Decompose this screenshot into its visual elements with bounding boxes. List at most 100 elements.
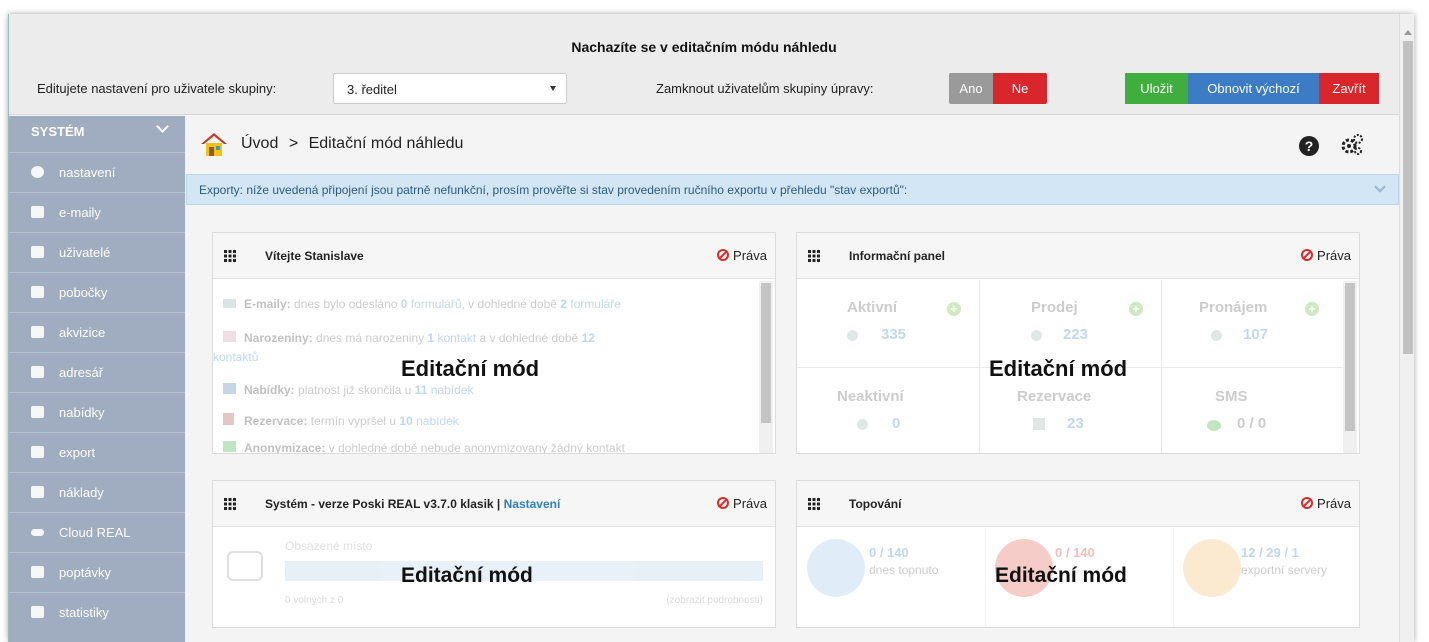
- sidebar-item-label: nastavení: [59, 165, 116, 180]
- panel-title: Topování: [849, 497, 902, 511]
- sidebar-item-poptavky[interactable]: poptávky: [9, 552, 185, 592]
- scrollbar-thumb[interactable]: [1345, 283, 1355, 431]
- stat-inactive-value[interactable]: 0: [892, 415, 900, 432]
- close-button[interactable]: Zavřít: [1319, 73, 1379, 104]
- export-alert: Exporty: níže uvedená připojení jsou pat…: [186, 174, 1399, 205]
- free-space: 0 volných z 0: [285, 595, 344, 606]
- add-sale-icon[interactable]: +: [1129, 302, 1143, 316]
- space-label: Obsazené místo: [285, 539, 373, 553]
- mail-icon: [31, 206, 44, 218]
- sidebar-item-label: e-maily: [59, 205, 101, 220]
- export-servers-icon: [1183, 539, 1241, 597]
- settings-link[interactable]: Nastavení: [504, 497, 561, 511]
- restore-defaults-button[interactable]: Obnovit výchozí: [1188, 73, 1319, 104]
- stat-sale-value[interactable]: 223: [1063, 326, 1088, 343]
- lock-label: Zamknout uživatelům skupiny úpravy:: [656, 81, 874, 96]
- grid-icon[interactable]: [224, 498, 236, 510]
- sidebar-item-label: export: [59, 445, 96, 460]
- grid-icon[interactable]: [808, 250, 820, 262]
- save-button[interactable]: Uložit: [1125, 73, 1188, 104]
- demand-icon: [31, 566, 44, 578]
- lock-no-button[interactable]: Ne: [993, 73, 1047, 104]
- add-rent-icon[interactable]: +: [1305, 302, 1319, 316]
- users-icon: [31, 246, 44, 258]
- stat-active-value[interactable]: 335: [881, 326, 906, 343]
- edit-mode-title: Nachazíte se v editačním módu náhledu: [571, 39, 837, 55]
- no-sign-icon: [1301, 497, 1314, 509]
- cake-icon: [223, 331, 236, 342]
- sidebar-item-emaily[interactable]: e-maily: [9, 192, 185, 232]
- status-dot: [1031, 330, 1042, 341]
- acquisition-icon: [31, 326, 44, 338]
- scroll-up-icon[interactable]: [1404, 30, 1412, 35]
- welcome-emails-line: E-maily: dnes bylo odesláno 0 formulářů,…: [223, 297, 621, 311]
- add-active-icon[interactable]: +: [947, 302, 961, 316]
- topped-today-value[interactable]: 0 / 140: [869, 545, 909, 560]
- stat-sms-value[interactable]: 0 / 0: [1237, 415, 1266, 432]
- disk-icon: [227, 551, 263, 581]
- settings-gears-icon[interactable]: [1340, 133, 1364, 157]
- rights-link[interactable]: Práva: [1301, 496, 1351, 511]
- sidebar-item-export[interactable]: export: [9, 432, 185, 472]
- edit-mode-overlay: Editační mód: [995, 564, 1127, 587]
- rights-link[interactable]: Práva: [1301, 248, 1351, 263]
- sidebar-item-label: Cloud REAL: [59, 525, 131, 540]
- sidebar-item-nastaveni[interactable]: nastavení: [9, 152, 185, 192]
- breadcrumb: Úvod > Editační mód náhledu ?: [186, 116, 1399, 174]
- address-book-icon: [31, 366, 44, 378]
- rights-label: Práva: [733, 248, 767, 263]
- sidebar-heading-label: SYSTÉM: [31, 124, 85, 139]
- sidebar-item-uzivatele[interactable]: uživatelé: [9, 232, 185, 272]
- welcome-offers-line: Nabídky: platnost již skončila u 11 nabí…: [223, 383, 473, 397]
- rights-label: Práva: [1317, 248, 1351, 263]
- chevron-down-icon[interactable]: [156, 120, 169, 133]
- sidebar-item-label: uživatelé: [59, 245, 111, 260]
- chevron-down-icon[interactable]: [1374, 181, 1386, 193]
- status-dot: [847, 330, 858, 341]
- sidebar-item-label: statistiky: [59, 605, 109, 620]
- breadcrumb-current: Editační mód náhledu: [308, 135, 464, 152]
- sidebar-item-pobocky[interactable]: pobočky: [9, 272, 185, 312]
- grid-icon[interactable]: [224, 250, 236, 262]
- sidebar-item-statistiky[interactable]: statistiky: [9, 592, 185, 632]
- details-link[interactable]: (zobrazit podrobnosti): [666, 595, 763, 606]
- stat-rent-value[interactable]: 107: [1243, 326, 1268, 343]
- group-label: Editujete nastavení pro uživatele skupin…: [37, 81, 277, 96]
- panel-title: Systém - verze Poski REAL v3.7.0 klasik …: [265, 497, 561, 511]
- topped-today-icon: [807, 539, 865, 597]
- topped-value[interactable]: 0 / 140: [1055, 545, 1095, 560]
- group-select-value: 3. ředitel: [347, 82, 397, 97]
- anonymize-icon: [223, 441, 236, 452]
- status-dot: [857, 419, 868, 430]
- topped-today-label: dnes topnuto: [869, 563, 939, 577]
- rights-link[interactable]: Práva: [717, 248, 767, 263]
- stat-reservation-label: Rezervace: [1017, 388, 1092, 405]
- panel-scrollbar[interactable]: [759, 281, 773, 453]
- grid-icon[interactable]: [808, 498, 820, 510]
- scrollbar-thumb[interactable]: [761, 283, 771, 423]
- export-servers-value[interactable]: 12 / 29 / 1: [1241, 545, 1299, 560]
- export-servers-label: exportní servery: [1241, 563, 1328, 577]
- window-scrollbar[interactable]: [1399, 14, 1414, 642]
- sidebar: SYSTÉM nastavení e-maily uživatelé poboč…: [9, 116, 185, 642]
- home-icon[interactable]: [200, 132, 228, 158]
- stat-reservation-value[interactable]: 23: [1067, 415, 1084, 432]
- sidebar-item-cloud-real[interactable]: Cloud REAL: [9, 512, 185, 552]
- breadcrumb-home[interactable]: Úvod: [241, 135, 278, 152]
- no-sign-icon: [1301, 249, 1314, 261]
- sidebar-item-naklady[interactable]: náklady: [9, 472, 185, 512]
- sidebar-item-adresar[interactable]: adresář: [9, 352, 185, 392]
- help-icon[interactable]: ?: [1299, 136, 1319, 156]
- scrollbar-thumb[interactable]: [1403, 41, 1413, 354]
- panel-scrollbar[interactable]: [1343, 281, 1357, 453]
- lock-yes-button[interactable]: Ano: [949, 73, 993, 104]
- sidebar-heading[interactable]: SYSTÉM: [9, 116, 185, 146]
- sidebar-item-nabidky[interactable]: nabídky: [9, 392, 185, 432]
- edit-mode-overlay: Editační mód: [989, 356, 1128, 381]
- reservation-icon: [223, 413, 234, 425]
- group-select[interactable]: 3. ředitel: [333, 73, 567, 104]
- sidebar-item-akvizice[interactable]: akvizice: [9, 312, 185, 352]
- rights-link[interactable]: Práva: [717, 496, 767, 511]
- sidebar-item-label: nabídky: [59, 405, 105, 420]
- sidebar-item-label: akvizice: [59, 325, 106, 340]
